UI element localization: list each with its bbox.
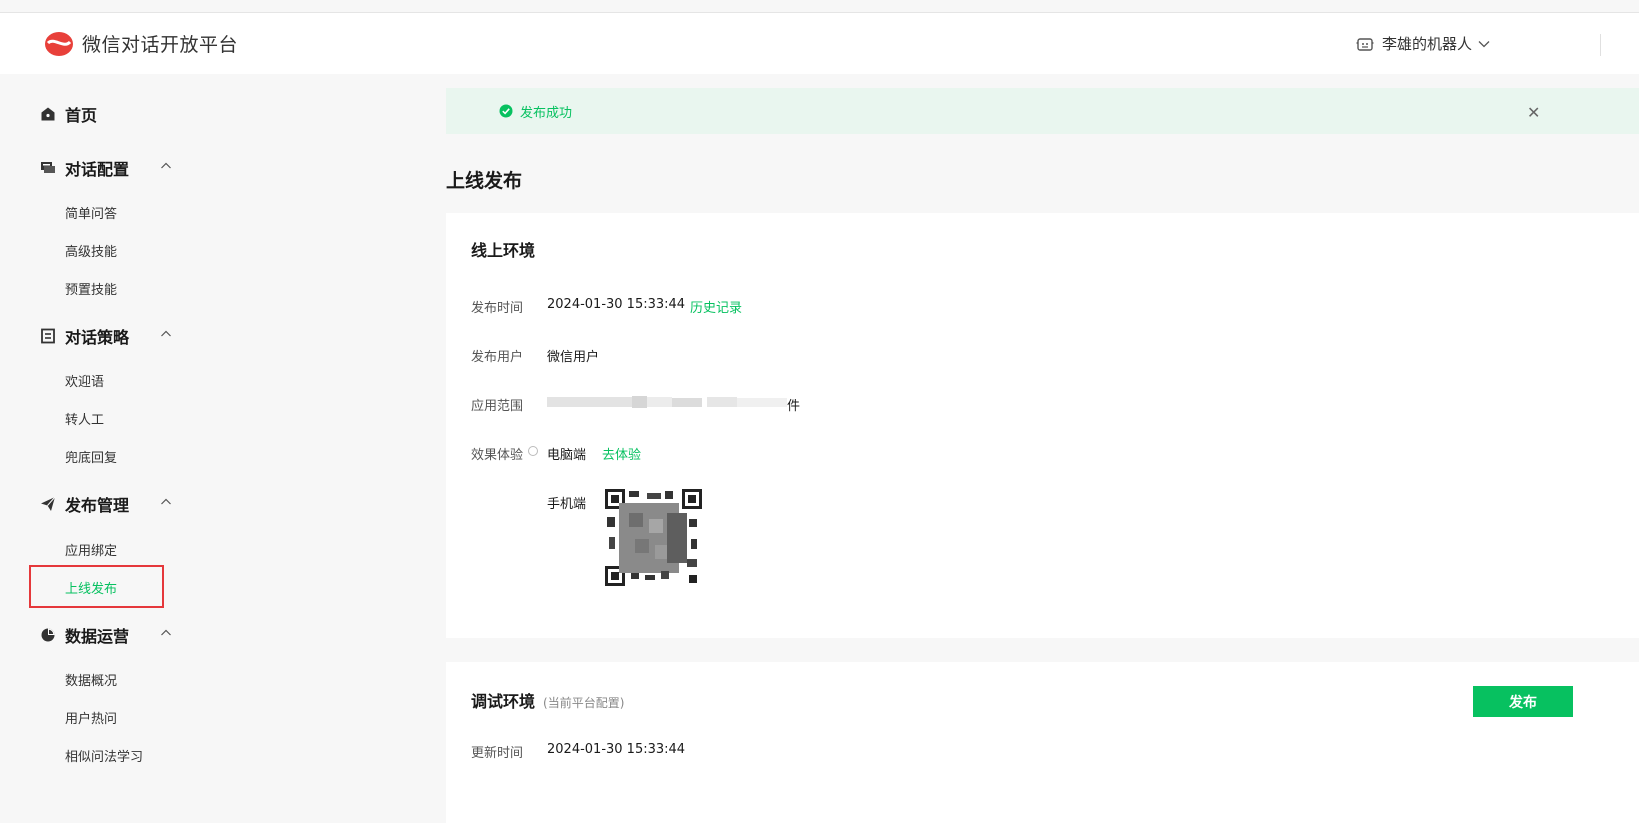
sidebar-group-label: 对话配置 xyxy=(65,160,130,179)
scope-label: 应用范围 xyxy=(471,399,524,414)
header: 微信对话开放平台 李雄的机器人 xyxy=(0,13,1639,74)
scope-value-tail: 件 xyxy=(787,399,801,414)
account-name: 李雄的机器人 xyxy=(1382,35,1473,53)
close-icon[interactable]: ✕ xyxy=(1527,103,1540,122)
sidebar-group-publish-management[interactable]: 发布管理 xyxy=(40,492,171,516)
app-title: 微信对话开放平台 xyxy=(82,34,239,56)
sidebar-item-welcome[interactable]: 欢迎语 xyxy=(65,371,104,390)
banner-message: 发布成功 xyxy=(520,106,573,121)
sidebar-item-fallback-reply[interactable]: 兜底回复 xyxy=(65,447,117,466)
info-icon[interactable] xyxy=(528,446,538,456)
chevron-up-icon xyxy=(161,629,171,636)
sidebar-group-data-ops[interactable]: 数据运营 xyxy=(40,623,171,647)
chat-icon xyxy=(41,162,55,173)
publish-user-label: 发布用户 xyxy=(471,350,524,365)
page-title: 上线发布 xyxy=(446,170,523,192)
redacted-scope-value xyxy=(547,396,787,408)
sidebar-group-label: 数据运营 xyxy=(65,627,130,646)
sidebar-item-preset-skills[interactable]: 预置技能 xyxy=(65,279,117,298)
sidebar-item-transfer-human[interactable]: 转人工 xyxy=(65,409,104,428)
sidebar-item-label: 首页 xyxy=(65,106,98,125)
sidebar-group-label: 对话策略 xyxy=(65,328,130,347)
send-icon xyxy=(41,496,56,511)
debug-subtitle: (当前平台配置) xyxy=(543,696,625,710)
chevron-up-icon xyxy=(161,162,171,169)
chevron-up-icon xyxy=(161,330,171,337)
history-link[interactable]: 历史记录 xyxy=(690,297,742,316)
active-item-highlight xyxy=(29,565,164,608)
header-divider xyxy=(1600,34,1601,56)
sidebar-group-dialog-config[interactable]: 对话配置 xyxy=(40,156,171,180)
check-circle-icon xyxy=(499,104,513,118)
section-title: 调试环境 (当前平台配置) xyxy=(471,688,624,712)
sidebar-item-data-overview[interactable]: 数据概况 xyxy=(65,670,117,689)
sidebar-group-label: 发布管理 xyxy=(65,496,130,515)
update-time-value: 2024-01-30 15:33:44 xyxy=(547,742,686,757)
success-banner: 发布成功 ✕ xyxy=(446,88,1639,134)
mobile-label: 手机端 xyxy=(547,497,587,512)
qr-code-icon xyxy=(605,489,702,586)
sidebar-item-hot-questions[interactable]: 用户热问 xyxy=(65,708,117,727)
publish-time-value: 2024-01-30 15:33:44 xyxy=(547,297,686,312)
update-time-label: 更新时间 xyxy=(471,746,524,761)
home-icon xyxy=(41,107,55,121)
experience-label: 效果体验 xyxy=(471,448,524,463)
publish-button[interactable]: 发布 xyxy=(1473,686,1573,717)
chevron-down-icon xyxy=(1478,40,1490,47)
publish-user-value: 微信用户 xyxy=(547,350,600,365)
debug-title: 调试环境 xyxy=(471,692,536,711)
try-link[interactable]: 去体验 xyxy=(602,444,641,463)
logo[interactable]: 微信对话开放平台 xyxy=(44,30,238,57)
robot-icon xyxy=(1356,37,1374,51)
sidebar-item-advanced-skills[interactable]: 高级技能 xyxy=(65,241,117,260)
chevron-up-icon xyxy=(161,498,171,505)
sidebar-item-simple-qa[interactable]: 简单问答 xyxy=(65,203,117,222)
publish-time-label: 发布时间 xyxy=(471,301,524,316)
strategy-icon xyxy=(41,328,55,344)
logo-icon xyxy=(45,31,73,56)
pie-chart-icon xyxy=(41,628,55,642)
section-title: 线上环境 xyxy=(471,241,536,260)
sidebar-item-home[interactable]: 首页 xyxy=(40,102,97,126)
debug-environment-card: 调试环境 (当前平台配置) 发布 更新时间 2024-01-30 15:33:44 xyxy=(446,662,1639,823)
desktop-label: 电脑端 xyxy=(547,448,587,463)
account-menu[interactable]: 李雄的机器人 xyxy=(1356,33,1498,54)
sidebar-item-similar-question-learning[interactable]: 相似问法学习 xyxy=(65,746,143,765)
online-environment-card: 线上环境 发布时间 2024-01-30 15:33:44 历史记录 发布用户 … xyxy=(446,213,1639,638)
sidebar-item-app-binding[interactable]: 应用绑定 xyxy=(65,540,117,559)
sidebar: 首页 对话配置 简单问答 高级技能 预置技能 对话策略 欢迎语 转人工 兜底回复… xyxy=(0,74,430,823)
sidebar-group-dialog-strategy[interactable]: 对话策略 xyxy=(40,324,171,348)
